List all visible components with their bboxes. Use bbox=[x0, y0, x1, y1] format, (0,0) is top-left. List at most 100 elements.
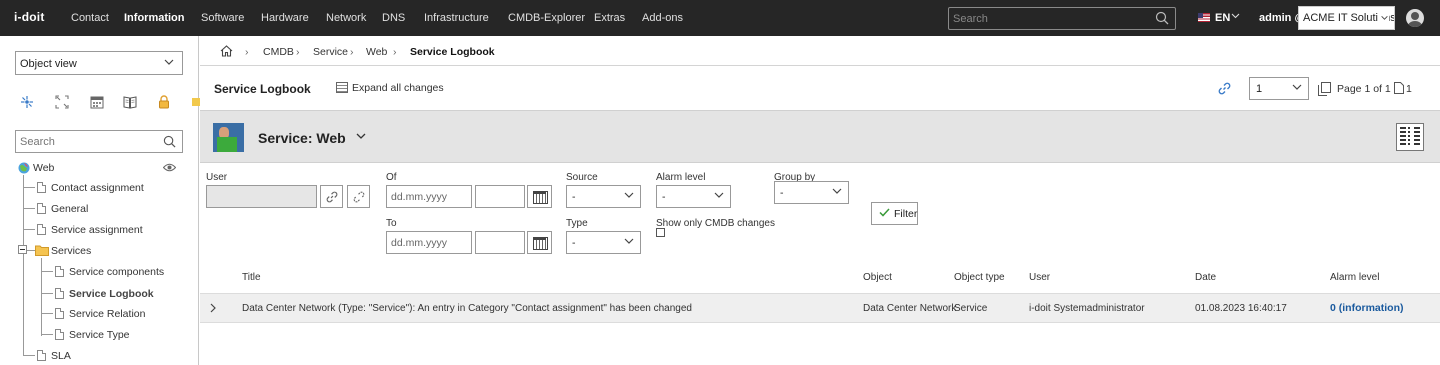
column-header-alarm-level[interactable]: Alarm level bbox=[1330, 272, 1379, 283]
eye-icon[interactable] bbox=[163, 163, 176, 172]
qr-code-icon[interactable] bbox=[1396, 123, 1424, 151]
link-icon[interactable] bbox=[1218, 82, 1231, 95]
time-from-input[interactable] bbox=[475, 185, 525, 208]
cmdb-only-checkbox[interactable] bbox=[656, 228, 665, 237]
date-from-input[interactable] bbox=[386, 185, 472, 208]
language-selector[interactable]: EN bbox=[1215, 12, 1230, 24]
row-title: Data Center Network (Type: "Service"): A… bbox=[242, 303, 692, 314]
group-by-select[interactable]: - bbox=[774, 181, 849, 204]
chevron-down-icon bbox=[624, 238, 634, 244]
filter-button[interactable]: Filter bbox=[871, 202, 918, 225]
tree-branch bbox=[23, 187, 35, 188]
tree-item-service-relation[interactable]: Service Relation bbox=[69, 308, 145, 320]
chevron-down-icon bbox=[1378, 14, 1389, 22]
page-of-text: Page 1 of 1 bbox=[1337, 83, 1391, 95]
expand-all-changes-button[interactable]: Expand all changes bbox=[336, 82, 444, 94]
user-avatar-icon[interactable] bbox=[1406, 9, 1424, 27]
cmdb-explorer-icon[interactable] bbox=[20, 95, 34, 109]
tree-item-contact-assignment[interactable]: Contact assignment bbox=[51, 182, 144, 194]
tree-item-service-assignment[interactable]: Service assignment bbox=[51, 224, 143, 236]
column-header-object-type[interactable]: Object type bbox=[954, 272, 1005, 283]
page-select[interactable]: 1 bbox=[1249, 77, 1309, 100]
chevron-down-icon[interactable] bbox=[1231, 13, 1240, 19]
chevron-down-icon bbox=[832, 188, 842, 194]
document-icon bbox=[55, 329, 64, 340]
alarm-level-select[interactable]: - bbox=[656, 185, 731, 208]
lock-icon[interactable] bbox=[157, 95, 171, 109]
nav-software[interactable]: Software bbox=[201, 12, 244, 24]
object-image[interactable] bbox=[213, 123, 244, 152]
unlink-user-button[interactable] bbox=[347, 185, 370, 208]
tenant-select[interactable]: ACME IT Solutions bbox=[1298, 6, 1395, 30]
home-icon[interactable] bbox=[220, 45, 233, 57]
page-count: 1 bbox=[1406, 83, 1412, 95]
tree-item-services[interactable]: Services bbox=[51, 245, 91, 257]
calendar-icon[interactable] bbox=[90, 95, 104, 109]
tree-item-service-components[interactable]: Service components bbox=[69, 266, 164, 278]
checkmark-icon bbox=[879, 208, 890, 217]
left-sidebar: Object view Web Contact assignment Gener… bbox=[0, 36, 200, 365]
alarm-level-select-value: - bbox=[662, 191, 666, 203]
group-by-select-value: - bbox=[780, 187, 784, 199]
chevron-down-icon[interactable] bbox=[356, 133, 366, 140]
tree-branch bbox=[23, 208, 35, 209]
app-logo[interactable]: i-doit bbox=[14, 10, 45, 24]
nav-contact[interactable]: Contact bbox=[71, 12, 109, 24]
calendar-to-icon[interactable] bbox=[527, 231, 552, 254]
column-header-user[interactable]: User bbox=[1029, 272, 1050, 283]
nav-extras[interactable]: Extras bbox=[594, 12, 625, 24]
tree-branch bbox=[23, 229, 35, 230]
nav-add-ons[interactable]: Add-ons bbox=[642, 12, 683, 24]
link-user-button[interactable] bbox=[320, 185, 343, 208]
document-icon bbox=[55, 288, 64, 299]
user-filter-input[interactable] bbox=[206, 185, 317, 208]
document-icon bbox=[37, 350, 46, 361]
tree-item-sla[interactable]: SLA bbox=[51, 350, 71, 362]
time-to-input[interactable] bbox=[475, 231, 525, 254]
global-search-input[interactable] bbox=[949, 8, 1149, 29]
type-select[interactable]: - bbox=[566, 231, 641, 254]
source-label: Source bbox=[566, 172, 598, 183]
us-flag-icon[interactable] bbox=[1198, 13, 1210, 22]
row-alarm-level-link[interactable]: 0 (information) bbox=[1330, 302, 1404, 314]
nav-infrastructure[interactable]: Infrastructure bbox=[424, 12, 489, 24]
tree-branch bbox=[41, 293, 53, 294]
tree-item-service-logbook[interactable]: Service Logbook bbox=[69, 288, 154, 300]
column-header-object[interactable]: Object bbox=[863, 272, 892, 283]
nav-network[interactable]: Network bbox=[326, 12, 366, 24]
tree-root-web[interactable]: Web bbox=[33, 162, 54, 174]
nav-information[interactable]: Information bbox=[124, 12, 185, 24]
tree-branch bbox=[27, 250, 35, 251]
collapse-icon[interactable] bbox=[18, 245, 27, 254]
fullscreen-icon[interactable] bbox=[55, 95, 69, 109]
document-icon bbox=[55, 308, 64, 319]
object-title: Service: Web bbox=[258, 130, 346, 146]
expand-all-changes-label: Expand all changes bbox=[352, 82, 444, 94]
tree-item-general[interactable]: General bbox=[51, 203, 88, 215]
tree-item-service-type[interactable]: Service Type bbox=[69, 329, 130, 341]
nav-hardware[interactable]: Hardware bbox=[261, 12, 309, 24]
type-select-value: - bbox=[572, 237, 576, 249]
column-header-title[interactable]: Title bbox=[242, 272, 261, 283]
breadcrumb: › CMDB › Service › Web › Service Logbook bbox=[200, 36, 1440, 66]
book-icon[interactable] bbox=[123, 95, 137, 109]
tree-branch bbox=[23, 355, 35, 356]
sidebar-search-input[interactable] bbox=[16, 131, 156, 152]
object-header: Service: Web bbox=[200, 110, 1440, 163]
breadcrumb-web[interactable]: Web bbox=[366, 46, 387, 58]
column-header-date[interactable]: Date bbox=[1195, 272, 1216, 283]
nav-dns[interactable]: DNS bbox=[382, 12, 405, 24]
filter-button-label: Filter bbox=[894, 208, 918, 220]
breadcrumb-service[interactable]: Service bbox=[313, 46, 348, 58]
search-icon[interactable] bbox=[163, 135, 176, 148]
view-select[interactable]: Object view bbox=[15, 51, 183, 75]
calendar-from-icon[interactable] bbox=[527, 185, 552, 208]
chevron-right-icon[interactable] bbox=[210, 303, 217, 313]
date-to-input[interactable] bbox=[386, 231, 472, 254]
globe-icon bbox=[18, 162, 30, 174]
source-select[interactable]: - bbox=[566, 185, 641, 208]
breadcrumb-cmdb[interactable]: CMDB bbox=[263, 46, 294, 58]
search-icon[interactable] bbox=[1155, 11, 1169, 25]
tag-icon[interactable] bbox=[192, 95, 200, 109]
nav-cmdb-explorer[interactable]: CMDB-Explorer bbox=[508, 12, 585, 24]
